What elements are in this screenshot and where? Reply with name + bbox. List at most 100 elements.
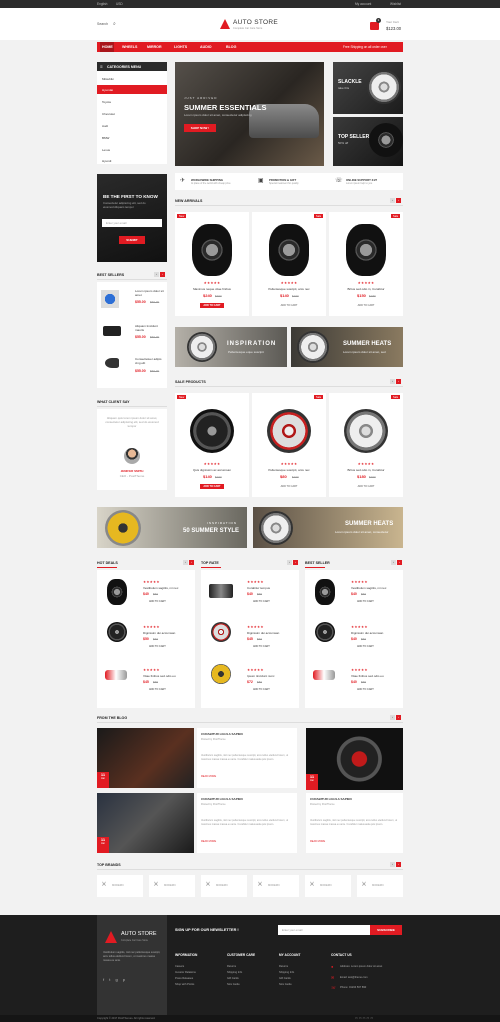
footer-link[interactable]: Shipping Info [227, 971, 242, 974]
hero-slider[interactable]: JUST ARRIVED SUMMER ESSENTIALS Lorem ips… [175, 62, 324, 166]
read-more-link[interactable]: READ MORE [310, 840, 325, 843]
footer-link[interactable]: Shipping Info [279, 971, 294, 974]
social-icons[interactable]: f t g p [103, 977, 127, 982]
add-to-cart-button[interactable]: ADD TO CART [277, 484, 301, 489]
product-image[interactable] [107, 579, 127, 605]
side-banner-top-seller[interactable]: TOP SELLER 50% off [333, 117, 403, 166]
product-name[interactable]: Maximus neque vitae finibus [175, 287, 249, 291]
side-banner-slackle[interactable]: SLACKLE take this [333, 62, 403, 114]
prev-arrow-icon[interactable]: ‹ [391, 560, 396, 565]
cart-icon[interactable] [370, 22, 379, 30]
product-name[interactable]: Vestibulum sagittis, mi nec [143, 586, 178, 590]
product-image[interactable] [107, 622, 127, 642]
category-item[interactable]: Toyota [102, 100, 111, 104]
read-more-link[interactable]: READ MORE [201, 840, 216, 843]
logo-text[interactable]: AUTO STORE [233, 19, 278, 26]
prev-arrow-icon[interactable]: ‹ [154, 272, 159, 277]
brand-logo[interactable]: ⩙ MODERN [357, 875, 403, 897]
next-arrow-icon[interactable]: › [189, 560, 194, 565]
add-to-cart-button[interactable]: ADD TO CART [357, 600, 374, 603]
product-image[interactable] [211, 664, 231, 684]
add-to-cart-button[interactable]: ADD TO CART [149, 645, 166, 648]
wishlist-link[interactable]: Wishlist [390, 2, 401, 6]
category-item[interactable]: Hyundi [102, 159, 111, 163]
product-image[interactable] [190, 409, 234, 453]
add-to-cart-button[interactable]: ADD TO CART [200, 303, 224, 308]
product-name[interactable]: Pellentesque suscipit, arcu nec [252, 468, 326, 472]
product-image[interactable] [211, 622, 231, 642]
submit-button[interactable]: SUBMIT [119, 236, 145, 244]
blog-image[interactable]: 11 Jan [97, 793, 194, 853]
add-to-cart-button[interactable]: ADD TO CART [354, 303, 378, 308]
product-name[interactable]: Dignissim dui accumsan [351, 631, 383, 635]
search-label[interactable]: Search [97, 22, 108, 26]
category-item[interactable]: BMW [102, 136, 109, 140]
category-item[interactable]: Audi [102, 124, 108, 128]
nav-audio[interactable]: AUDIO [200, 45, 212, 49]
product-name[interactable]: Britus sed odio in, Curabitur [329, 468, 403, 472]
prev-arrow-icon[interactable]: ‹ [390, 198, 395, 203]
language-select[interactable]: English [97, 2, 107, 6]
next-arrow-icon[interactable]: › [396, 862, 401, 867]
currency-select[interactable]: USD [116, 2, 123, 6]
add-to-cart-button[interactable]: ADD TO CART [354, 484, 378, 489]
add-to-cart-button[interactable]: ADD TO CART [357, 645, 374, 648]
product-name[interactable]: Lorem ipsum dolor sit amet [135, 289, 165, 297]
subscribe-email-input[interactable]: Enter your email [102, 219, 162, 227]
product-image[interactable] [105, 358, 119, 368]
read-more-link[interactable]: READ MORE [201, 775, 216, 778]
product-image[interactable] [346, 224, 386, 276]
product-card[interactable]: Sale ★★★★★ Britus sed odio in, Curabitur… [329, 393, 403, 497]
product-card[interactable]: New ★★★★★ Quis dignissim ac accumsan $14… [175, 393, 249, 497]
product-image[interactable] [105, 670, 127, 680]
blog-image[interactable]: 11 Jan [97, 728, 194, 788]
blog-image[interactable]: 11 Jan [306, 728, 403, 790]
product-name[interactable]: Quis dignissim ac accumsan [175, 468, 249, 472]
product-image[interactable] [103, 326, 121, 336]
nav-wheels[interactable]: WHEELS [122, 45, 137, 49]
add-to-cart-button[interactable]: ADD TO CART [357, 688, 374, 691]
category-item[interactable]: Mitsubiki [102, 77, 114, 81]
product-image[interactable] [209, 584, 233, 598]
prev-arrow-icon[interactable]: ‹ [390, 379, 395, 384]
blog-post-title[interactable]: CURABITUR LIGULA SAPIEN [201, 732, 243, 736]
product-name[interactable]: Dignissim dui accumsan [247, 631, 279, 635]
footer-logo[interactable]: AUTO STORE [121, 931, 157, 937]
product-image[interactable] [315, 579, 335, 605]
footer-link[interactable]: Investor Relations [175, 971, 196, 974]
nav-lights[interactable]: LIGHTS [174, 45, 187, 49]
brand-logo[interactable]: ⩙ MODERN [149, 875, 195, 897]
footer-contact[interactable]: Email: test@theme.com [340, 976, 368, 979]
product-image[interactable] [313, 670, 335, 680]
my-account-link[interactable]: My account [355, 2, 371, 6]
product-name[interactable]: Vitae finibus sed odio eu [143, 674, 176, 678]
product-image[interactable] [269, 224, 309, 276]
add-to-cart-button[interactable]: ADD TO CART [253, 688, 270, 691]
banner-summer-heats-wide[interactable]: SUMMER HEATS Lorem ipsum dolor sit amet,… [253, 507, 403, 548]
next-arrow-icon[interactable]: › [397, 560, 402, 565]
product-card[interactable]: Sale ★★★★★ Pellentesque suscipit, arcu n… [252, 393, 326, 497]
footer-link[interactable]: Gift Cards [279, 977, 291, 980]
add-to-cart-button[interactable]: ADD TO CART [253, 645, 270, 648]
next-arrow-icon[interactable]: › [293, 560, 298, 565]
footer-link[interactable]: Press Releases [175, 977, 193, 980]
product-name[interactable]: Pellentesque suscipit, arcu nec [252, 287, 326, 291]
brand-logo[interactable]: ⩙ MODERN [253, 875, 299, 897]
cart-total[interactable]: $123.00 [386, 26, 401, 31]
product-image[interactable] [267, 409, 311, 453]
category-item[interactable]: Chevrolet [102, 112, 115, 116]
banner-summer-heats[interactable]: SUMMER HEATS Lorem ipsum dolor sit amet,… [291, 327, 403, 367]
footer-link[interactable]: Returns [227, 965, 236, 968]
footer-link[interactable]: Gift Cards [227, 977, 239, 980]
brand-logo[interactable]: ⩙ MODERN [201, 875, 247, 897]
product-name[interactable]: Aliquam tincidunt mauris [135, 324, 165, 332]
nav-home[interactable]: HOME [100, 42, 114, 52]
category-item[interactable]: Lexus [102, 148, 110, 152]
prev-arrow-icon[interactable]: ‹ [390, 715, 395, 720]
product-name[interactable]: Britus sed odio in, Curabitur [329, 287, 403, 291]
product-name[interactable]: Vestibulum sagittis, mi nec [351, 586, 386, 590]
product-card[interactable]: Sale ★★★★★ Pellentesque suscipit, arcu n… [252, 212, 326, 316]
prev-arrow-icon[interactable]: ‹ [287, 560, 292, 565]
product-image[interactable] [101, 290, 119, 308]
add-to-cart-button[interactable]: ADD TO CART [200, 484, 224, 489]
